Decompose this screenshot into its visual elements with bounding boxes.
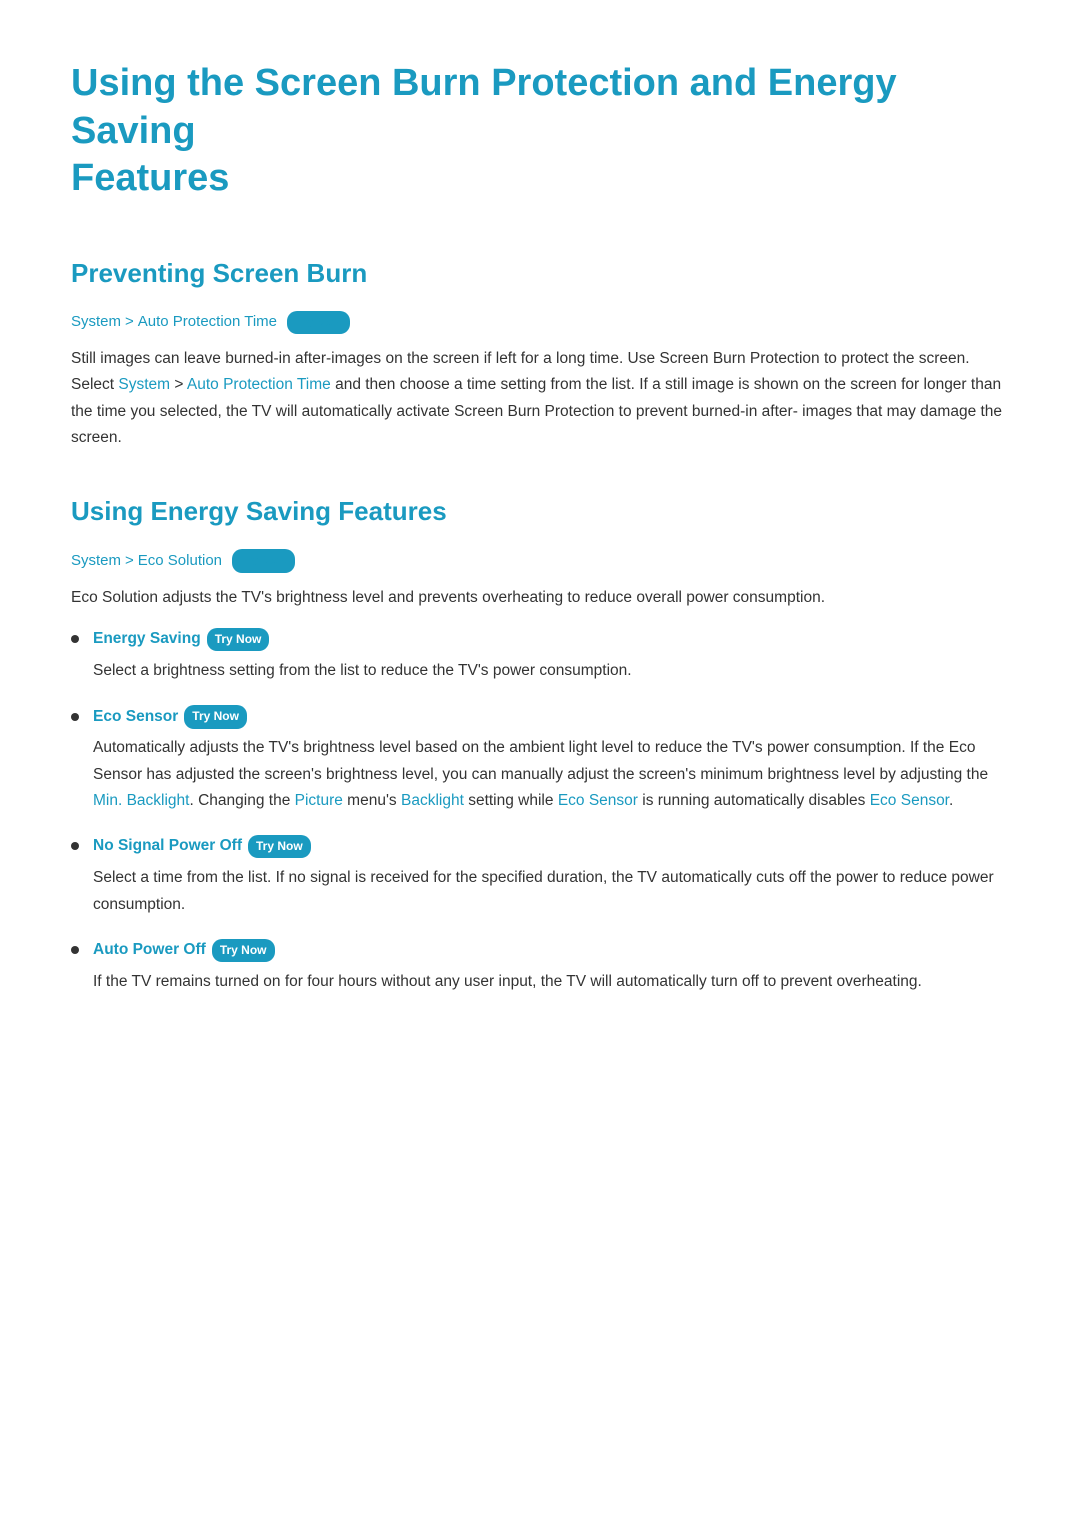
breadcrumb-separator: >: [125, 310, 134, 334]
bullet-content-auto-power-off: Auto Power Off Try Now If the TV remains…: [93, 938, 1009, 995]
breadcrumb-auto-protection[interactable]: Auto Protection Time: [138, 310, 277, 334]
try-now-badge-eco-sensor[interactable]: Try Now: [184, 705, 247, 728]
bullet-title-eco-sensor: Eco Sensor Try Now: [93, 705, 1009, 730]
list-item-auto-power-off: Auto Power Off Try Now If the TV remains…: [71, 938, 1009, 995]
list-item-eco-sensor: Eco Sensor Try Now Automatically adjusts…: [71, 705, 1009, 815]
energy-breadcrumb: System > Eco Solution Try Now: [71, 549, 1009, 573]
list-item-energy-saving: Energy Saving Try Now Select a brightnes…: [71, 627, 1009, 684]
bullet-body-energy-saving: Select a brightness setting from the lis…: [93, 658, 1009, 684]
eco-sensor-link-1[interactable]: Eco Sensor: [558, 792, 638, 809]
list-item-no-signal: No Signal Power Off Try Now Select a tim…: [71, 834, 1009, 917]
page-title-line1: Using the Screen Burn Protection and Ene…: [71, 62, 897, 152]
bullet-content-no-signal: No Signal Power Off Try Now Select a tim…: [93, 834, 1009, 917]
try-now-badge-screen-burn[interactable]: Try Now: [287, 311, 350, 334]
try-now-badge-energy[interactable]: Try Now: [232, 549, 295, 572]
page-title-line2: Features: [71, 157, 229, 199]
screen-burn-body: Still images can leave burned-in after-i…: [71, 346, 1009, 451]
energy-bullet-list: Energy Saving Try Now Select a brightnes…: [71, 627, 1009, 995]
breadcrumb-sep-energy: >: [125, 549, 134, 573]
try-now-badge-auto-power-off[interactable]: Try Now: [212, 939, 275, 962]
bullet-body-auto-power-off: If the TV remains turned on for four hou…: [93, 969, 1009, 995]
bullet-content-energy-saving: Energy Saving Try Now Select a brightnes…: [93, 627, 1009, 684]
section-energy-title: Using Energy Saving Features: [71, 491, 1009, 533]
bullet-title-auto-power-off: Auto Power Off Try Now: [93, 938, 1009, 963]
bullet-dot-auto-power-off: [71, 946, 79, 954]
bullet-body-eco-sensor: Automatically adjusts the TV's brightnes…: [93, 735, 1009, 814]
auto-protection-link[interactable]: Auto Protection Time: [187, 376, 331, 393]
screen-burn-breadcrumb: System > Auto Protection Time Try Now: [71, 310, 1009, 334]
bullet-dot-eco-sensor: [71, 713, 79, 721]
backlight-link[interactable]: Backlight: [401, 792, 464, 809]
section-screen-burn-title: Preventing Screen Burn: [71, 253, 1009, 295]
bullet-title-no-signal: No Signal Power Off Try Now: [93, 834, 1009, 859]
bullet-dot-energy-saving: [71, 635, 79, 643]
breadcrumb-system-energy[interactable]: System: [71, 549, 121, 573]
try-now-badge-energy-saving[interactable]: Try Now: [207, 628, 270, 651]
energy-intro: Eco Solution adjusts the TV's brightness…: [71, 585, 1009, 611]
breadcrumb-system[interactable]: System: [71, 310, 121, 334]
try-now-badge-no-signal[interactable]: Try Now: [248, 835, 311, 858]
min-backlight-link[interactable]: Min. Backlight: [93, 792, 189, 809]
section-screen-burn: Preventing Screen Burn System > Auto Pro…: [71, 253, 1009, 452]
page-title: Using the Screen Burn Protection and Ene…: [71, 60, 1009, 203]
breadcrumb-eco-solution[interactable]: Eco Solution: [138, 549, 222, 573]
bullet-title-energy-saving: Energy Saving Try Now: [93, 627, 1009, 652]
bullet-content-eco-sensor: Eco Sensor Try Now Automatically adjusts…: [93, 705, 1009, 815]
eco-sensor-link-2[interactable]: Eco Sensor: [870, 792, 949, 809]
section-energy-saving: Using Energy Saving Features System > Ec…: [71, 491, 1009, 995]
bullet-dot-no-signal: [71, 842, 79, 850]
bullet-body-no-signal: Select a time from the list. If no signa…: [93, 865, 1009, 918]
picture-link[interactable]: Picture: [295, 792, 343, 809]
system-link-1[interactable]: System: [118, 376, 170, 393]
